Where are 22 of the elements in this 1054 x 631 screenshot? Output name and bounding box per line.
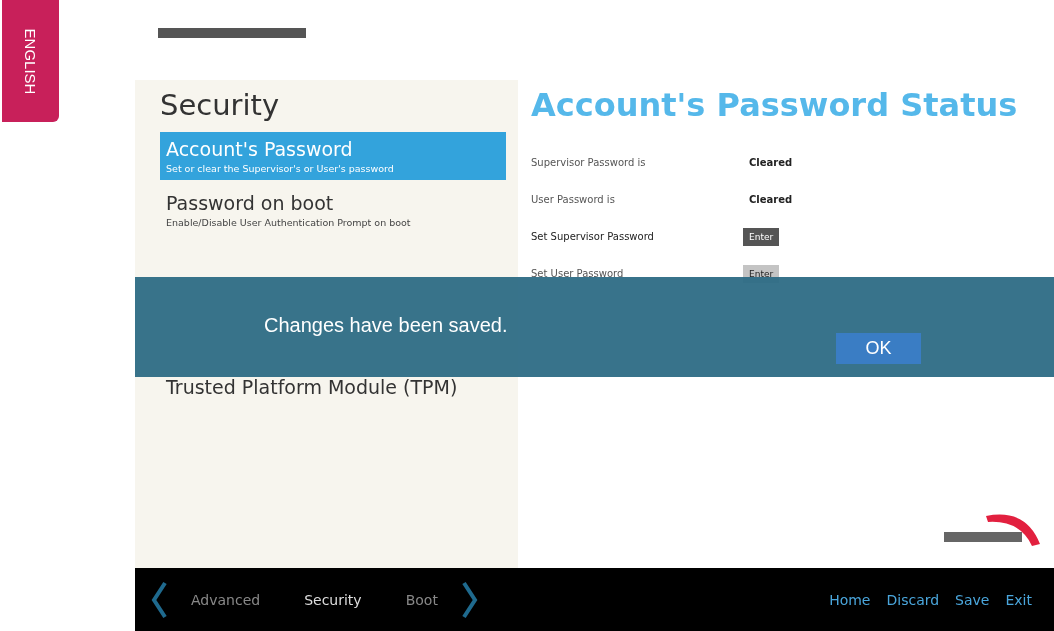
action-link[interactable]: Save <box>955 591 990 608</box>
enter-button[interactable]: Enter <box>743 227 780 246</box>
dialog-message: Changes have been saved. <box>264 314 508 338</box>
panel-title: Account's Password Status <box>531 86 1019 124</box>
nav-tab[interactable]: Security <box>304 591 362 608</box>
action-link[interactable]: Discard <box>886 591 940 608</box>
row-value: Cleared <box>749 157 793 168</box>
menu-item[interactable]: Password on boot Enable/Disable User Authentication Prompt on boot <box>160 186 506 234</box>
nav-tab[interactable]: Advanced <box>191 591 261 608</box>
row-label: Supervisor Password is <box>531 157 647 168</box>
row-label: Set Supervisor Password <box>531 231 655 242</box>
action-link[interactable]: Exit <box>1005 591 1032 608</box>
nav-tab[interactable]: Boot <box>405 591 438 608</box>
action-link[interactable]: Home <box>829 591 871 608</box>
ok-button[interactable]: OK <box>836 333 921 364</box>
language-tab[interactable]: ENGLISH <box>2 0 59 122</box>
language-label: ENGLISH <box>22 28 39 94</box>
row-label: Set User Password <box>531 268 625 279</box>
row-value: Cleared <box>749 194 793 205</box>
row-label: User Password is <box>531 194 616 205</box>
sidebar-title: Security <box>160 88 281 122</box>
chevron-left-icon[interactable] <box>149 580 169 619</box>
